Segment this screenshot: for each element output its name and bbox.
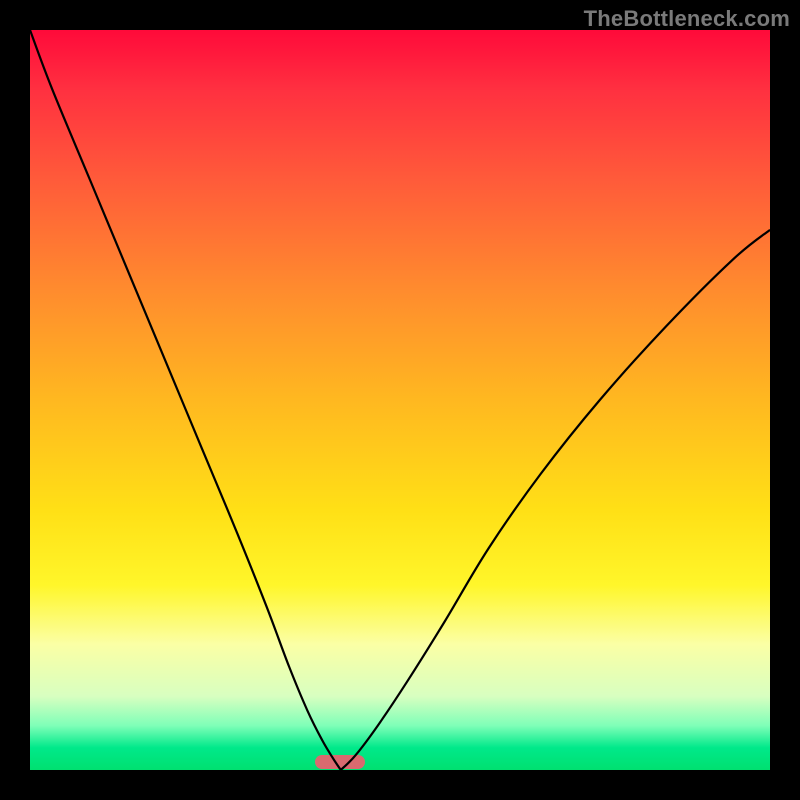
chart-frame bbox=[30, 30, 770, 770]
minimum-marker bbox=[315, 755, 365, 769]
watermark-label: TheBottleneck.com bbox=[584, 6, 790, 32]
